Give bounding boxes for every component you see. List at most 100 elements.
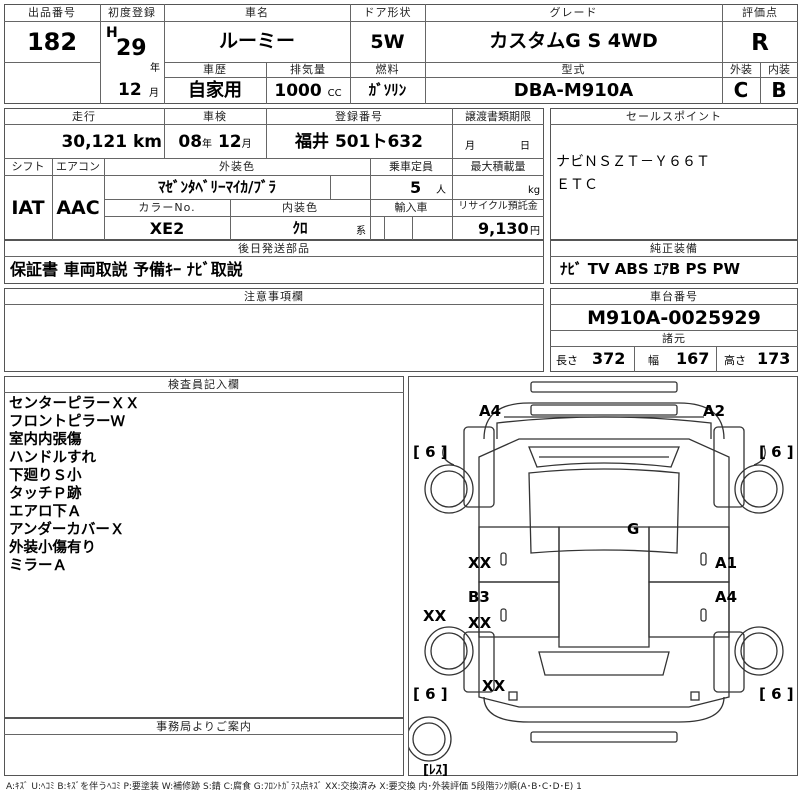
later-parts: 保証書 車両取説 予備ｷｰ ﾅﾋﾞ取説 — [10, 260, 243, 279]
recycle-label: リサイクル預託金 — [458, 201, 538, 212]
equipment-label: 純正装備 — [650, 242, 698, 255]
mark-left-pillar: B3 — [468, 588, 490, 606]
door-type: 5W — [370, 31, 405, 53]
notes-label: 注意事項欄 — [244, 290, 304, 303]
year-unit: 年 — [150, 63, 160, 74]
inspection-date: 08年 12月 — [164, 134, 266, 151]
office-label: 事務局よりご案内 — [156, 720, 252, 733]
width-label: 幅 — [648, 354, 659, 367]
first-reg-year: 29 — [116, 36, 147, 61]
color-no-label: カラーNo. — [138, 201, 196, 214]
mark-rear: XX — [482, 677, 506, 695]
mileage: 30,121 km — [4, 134, 162, 151]
inspector-notes: センターピラーＸＸ フロントピラーＷ 室内内張傷 ハンドルすれ 下廻りＳ小 タッ… — [9, 395, 140, 575]
load-label: 最大積載量 — [470, 160, 526, 173]
inspector-line: アンダーカバーＸ — [9, 522, 125, 538]
damage-diagram: A4 A2 [ 6 ] [ 6 ] G XX A1 B3 XX A4 XX [ … — [408, 376, 798, 778]
exterior-grade: C — [733, 78, 749, 102]
lot-no-label: 出品番号 — [28, 6, 76, 19]
mark-left-front-door: XX — [468, 554, 492, 572]
int-color-label: 内装色 — [282, 201, 318, 214]
mark-front-right: A2 — [703, 402, 726, 420]
inspector-line: フロントピラーＷ — [9, 414, 125, 430]
sales-point-label: セールスポイント — [626, 110, 722, 123]
plate-label: 登録番号 — [335, 110, 383, 123]
month-unit: 月 — [149, 88, 159, 99]
later-parts-label: 後日発送部品 — [238, 242, 310, 255]
grade: カスタムG S 4WD — [489, 30, 658, 52]
capacity-unit: 人 — [436, 185, 446, 196]
score-label: 評価点 — [742, 6, 778, 19]
ac: AAC — [56, 197, 100, 219]
inspector-line: 外装小傷有り — [9, 540, 96, 556]
mark-tire-front-left: [ 6 ] — [413, 443, 448, 461]
inspector-line: センターピラーＸＸ — [9, 396, 140, 412]
car-name: ルーミー — [218, 30, 295, 52]
first-reg-month: 12 — [118, 80, 142, 100]
score: R — [751, 30, 769, 56]
length: 372 — [592, 349, 626, 368]
mark-left-side: XX — [423, 607, 447, 625]
capacity: 5 — [410, 178, 422, 197]
equipment: ﾅﾋﾞ TV ABS ｴｱB PS PW — [560, 260, 741, 278]
insp-year-unit: 年 — [202, 139, 213, 150]
displacement-label: 排気量 — [290, 63, 326, 76]
first-reg-label: 初度登録 — [108, 6, 156, 19]
mileage-value: 30,121 — [61, 132, 128, 152]
ext-color: ﾏｾﾞﾝﾀﾍﾞﾘｰﾏｲｶ/ﾌﾞﾗ — [158, 178, 276, 196]
exterior-label: 外装 — [730, 63, 752, 76]
lot-no: 182 — [26, 28, 78, 56]
grade-label: グレード — [549, 6, 598, 19]
displacement-unit: CC — [327, 88, 342, 99]
inspection-label: 車検 — [203, 110, 227, 123]
shift-label: シフト — [11, 160, 45, 173]
inspector-line: エアロ下Ａ — [9, 504, 82, 520]
length-label: 長さ — [556, 354, 578, 367]
inspector-line: ミラーＡ — [9, 558, 67, 574]
mark-windshield: G — [627, 520, 640, 538]
sales-point-line2: ＥＴＣ — [556, 177, 598, 193]
import-label: 輸入車 — [394, 201, 428, 214]
specs-label: 諸元 — [662, 332, 686, 345]
inspector-line: 室内内張傷 — [9, 432, 82, 448]
sales-point-box — [550, 108, 798, 240]
recycle-fee: 9,130 — [478, 219, 529, 238]
legend: A:ｷｽﾞ U:ﾍｺﾐ B:ｷｽﾞを伴うﾍｺﾐ P:要塗装 W:補修跡 S:錆 … — [6, 782, 582, 792]
insp-month: 12 — [217, 132, 242, 152]
mark-tire-rear-left: [ 6 ] — [413, 685, 448, 703]
fuel-label: 燃料 — [375, 63, 400, 76]
chassis-label: 車台番号 — [650, 290, 698, 303]
fuel: ｶﾞｿﾘﾝ — [368, 81, 407, 99]
color-no: XE2 — [149, 219, 185, 238]
interior-grade: B — [771, 78, 787, 102]
car-name-label: 車名 — [245, 6, 269, 19]
mileage-unit: km — [132, 132, 162, 152]
ac-label: エアコン — [56, 160, 100, 173]
transfer-day: 日 — [520, 141, 530, 152]
height-label: 高さ — [724, 354, 746, 367]
mark-right-front-door: A1 — [715, 554, 738, 572]
sales-point-line1: ナビＮＳＺＴ－Ｙ６６Ｔ — [556, 154, 710, 170]
inspector-line: 下廻りＳ小 — [9, 468, 82, 484]
inspector-line: ハンドルすれ — [9, 450, 96, 466]
mark-spare-tire: [ﾚｽ] — [423, 763, 448, 778]
insp-month-unit: 月 — [241, 139, 252, 150]
insp-year: 08 — [178, 132, 203, 152]
mileage-label: 走行 — [72, 110, 96, 123]
recycle-unit: 円 — [530, 226, 540, 237]
int-color-unit: 系 — [356, 226, 366, 237]
int-color: ｸﾛ — [292, 219, 308, 237]
shift: IAT — [11, 197, 45, 219]
door-label: ドア形状 — [363, 6, 412, 19]
height: 173 — [757, 349, 791, 368]
ext-color-label: 外装色 — [219, 160, 255, 173]
capacity-label: 乗車定員 — [389, 160, 433, 173]
history: 自家用 — [188, 80, 242, 101]
mark-right-rear-door: A4 — [715, 588, 738, 606]
interior-label: 内装 — [768, 63, 790, 76]
mark-tire-rear-right: [ 6 ] — [759, 685, 794, 703]
model: DBA-M910A — [513, 80, 634, 101]
width: 167 — [676, 349, 710, 368]
load-unit: kg — [528, 185, 541, 196]
inspector-label: 検査員記入欄 — [168, 378, 240, 391]
